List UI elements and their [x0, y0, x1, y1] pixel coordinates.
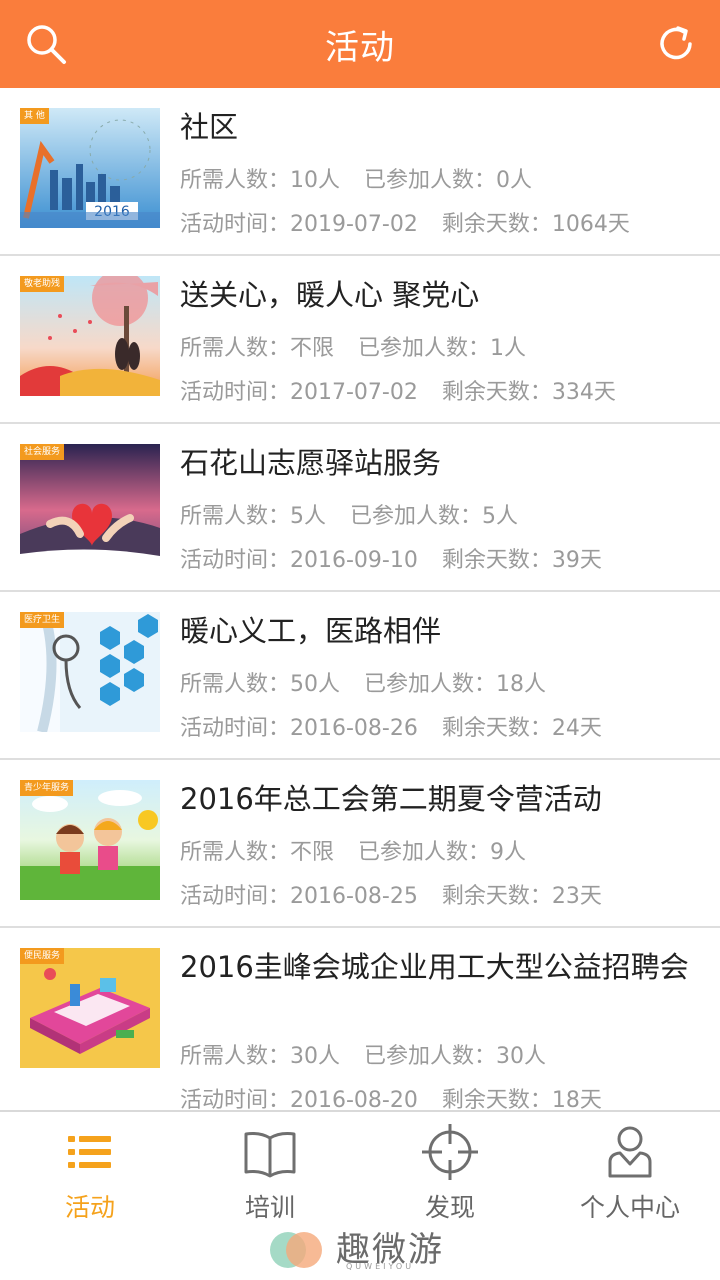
tab-label: 发现	[424, 1193, 475, 1222]
activity-item[interactable]: 社会服务 石花山志愿驿站服务 所需人数：5人 已参加人数：5人 活动时间：2016…	[0, 424, 720, 592]
category-tag: 其 他	[20, 108, 49, 124]
watermark-logo: 趣微游 QUWEIYOU	[266, 1220, 466, 1280]
tab-discover[interactable]: 发现	[360, 1112, 540, 1232]
days-remaining: 剩余天数：18天	[441, 1088, 602, 1110]
top-app-bar: 活动	[0, 0, 720, 88]
required-count: 所需人数：10人	[180, 168, 340, 193]
activity-title: 石花山志愿驿站服务	[180, 446, 442, 480]
days-remaining: 剩余天数：24天	[441, 716, 602, 741]
activity-date: 活动时间：2016-08-25	[180, 884, 418, 909]
activity-item[interactable]: 青少年服务 2016年总工会第二期夏令营活动 所需人数：不限 已参加人数：9人 活…	[0, 760, 720, 928]
category-tag: 医疗卫生	[20, 612, 65, 628]
activity-list[interactable]: 2016 其 他 社区 所需人数：10人已参加人数：0人 活动时间：2019-0…	[0, 88, 720, 1110]
activity-schedule: 活动时间：2019-07-02 剩余天数：1064天	[180, 206, 630, 238]
activity-thumbnail: 社会服务	[20, 444, 160, 564]
watermark-icon	[270, 1232, 322, 1268]
category-tag: 便民服务	[20, 948, 65, 964]
days-remaining: 剩余天数：23天	[441, 884, 602, 909]
required-count: 所需人数：50人	[180, 672, 340, 697]
watermark-subtext: QUWEIYOU	[346, 1262, 415, 1271]
activity-participants: 所需人数：50人 已参加人数：18人	[180, 666, 546, 698]
activity-title: 社区	[180, 110, 239, 144]
tab-profile[interactable]: 个人中心	[540, 1112, 720, 1232]
activity-participants: 所需人数：30人 已参加人数：30人	[180, 1038, 546, 1070]
joined-count: 已参加人数：5人	[350, 504, 518, 529]
required-count: 所需人数：不限	[180, 840, 335, 865]
activity-title: 2016年总工会第二期夏令营活动	[180, 782, 602, 816]
list-icon	[60, 1122, 120, 1182]
crosshair-icon	[420, 1122, 480, 1182]
user-icon	[600, 1122, 660, 1182]
activity-participants: 所需人数：10人 已参加人数：0人	[180, 162, 532, 194]
activity-date: 活动时间：2019-07-02	[180, 212, 418, 237]
activity-thumbnail: 青少年服务	[20, 780, 160, 900]
activity-schedule: 活动时间：2016-08-25 剩余天数：23天	[180, 878, 602, 910]
days-remaining: 剩余天数：39天	[441, 548, 602, 573]
page-title: 活动	[325, 27, 395, 68]
activity-participants: 所需人数：不限 已参加人数：9人	[180, 834, 526, 866]
tab-label: 个人中心	[579, 1193, 680, 1222]
activity-date: 活动时间：2017-07-02	[180, 380, 418, 405]
activity-schedule: 活动时间：2017-07-02 剩余天数：334天	[180, 374, 616, 406]
book-icon	[240, 1122, 300, 1182]
activity-schedule: 活动时间：2016-09-10 剩余天数：39天	[180, 542, 602, 574]
activity-thumbnail: 2016 其 他	[20, 108, 160, 228]
category-tag: 社会服务	[20, 444, 65, 460]
category-tag: 敬老助残	[20, 276, 65, 292]
activity-schedule: 活动时间：2016-08-20 剩余天数：18天	[180, 1082, 602, 1110]
joined-count: 已参加人数：9人	[358, 840, 527, 865]
refresh-icon[interactable]	[654, 22, 698, 66]
joined-count: 已参加人数：1人	[358, 336, 527, 361]
tab-activities[interactable]: 活动	[0, 1112, 180, 1232]
tab-training[interactable]: 培训	[180, 1112, 360, 1232]
activity-schedule: 活动时间：2016-08-26 剩余天数：24天	[180, 710, 602, 742]
activity-thumbnail: 医疗卫生	[20, 612, 160, 732]
activity-item[interactable]: 2016 其 他 社区 所需人数：10人已参加人数：0人 活动时间：2019-0…	[0, 88, 720, 256]
required-count: 所需人数：30人	[180, 1044, 340, 1069]
activity-item[interactable]: 敬老助残 送关心，暖人心 聚党心 所需人数：不限 已参加人数：1人 活动时间：20…	[0, 256, 720, 424]
activity-item[interactable]: 医疗卫生 暖心义工，医路相伴 所需人数：50人 已参加人数：18人 活动时间：20…	[0, 592, 720, 760]
tab-label: 活动	[64, 1193, 115, 1222]
activity-date: 活动时间：2016-08-20	[180, 1088, 418, 1110]
days-remaining: 剩余天数：1064天	[441, 212, 630, 237]
activity-thumbnail: 敬老助残	[20, 276, 160, 396]
activity-title: 送关心，暖人心 聚党心	[180, 278, 480, 312]
activity-date: 活动时间：2016-08-26	[180, 716, 418, 741]
joined-count: 已参加人数：0人	[364, 168, 532, 193]
category-tag: 青少年服务	[20, 780, 74, 796]
joined-count: 已参加人数：18人	[364, 672, 546, 697]
tab-label: 培训	[244, 1193, 295, 1222]
days-remaining: 剩余天数：334天	[441, 380, 616, 405]
activity-title: 2016圭峰会城企业用工大型公益招聘会	[180, 950, 689, 984]
required-count: 所需人数：5人	[180, 504, 326, 529]
required-count: 所需人数：不限	[180, 336, 335, 361]
activity-participants: 所需人数：5人 已参加人数：5人	[180, 498, 518, 530]
activity-participants: 所需人数：不限 已参加人数：1人	[180, 330, 526, 362]
activity-item[interactable]: 便民服务 2016圭峰会城企业用工大型公益招聘会 所需人数：30人 已参加人数：3…	[0, 928, 720, 1110]
activity-date: 活动时间：2016-09-10	[180, 548, 418, 573]
activity-thumbnail: 便民服务	[20, 948, 160, 1068]
search-icon[interactable]	[24, 22, 68, 66]
activity-title: 暖心义工，医路相伴	[180, 614, 442, 648]
joined-count: 已参加人数：30人	[364, 1044, 546, 1069]
